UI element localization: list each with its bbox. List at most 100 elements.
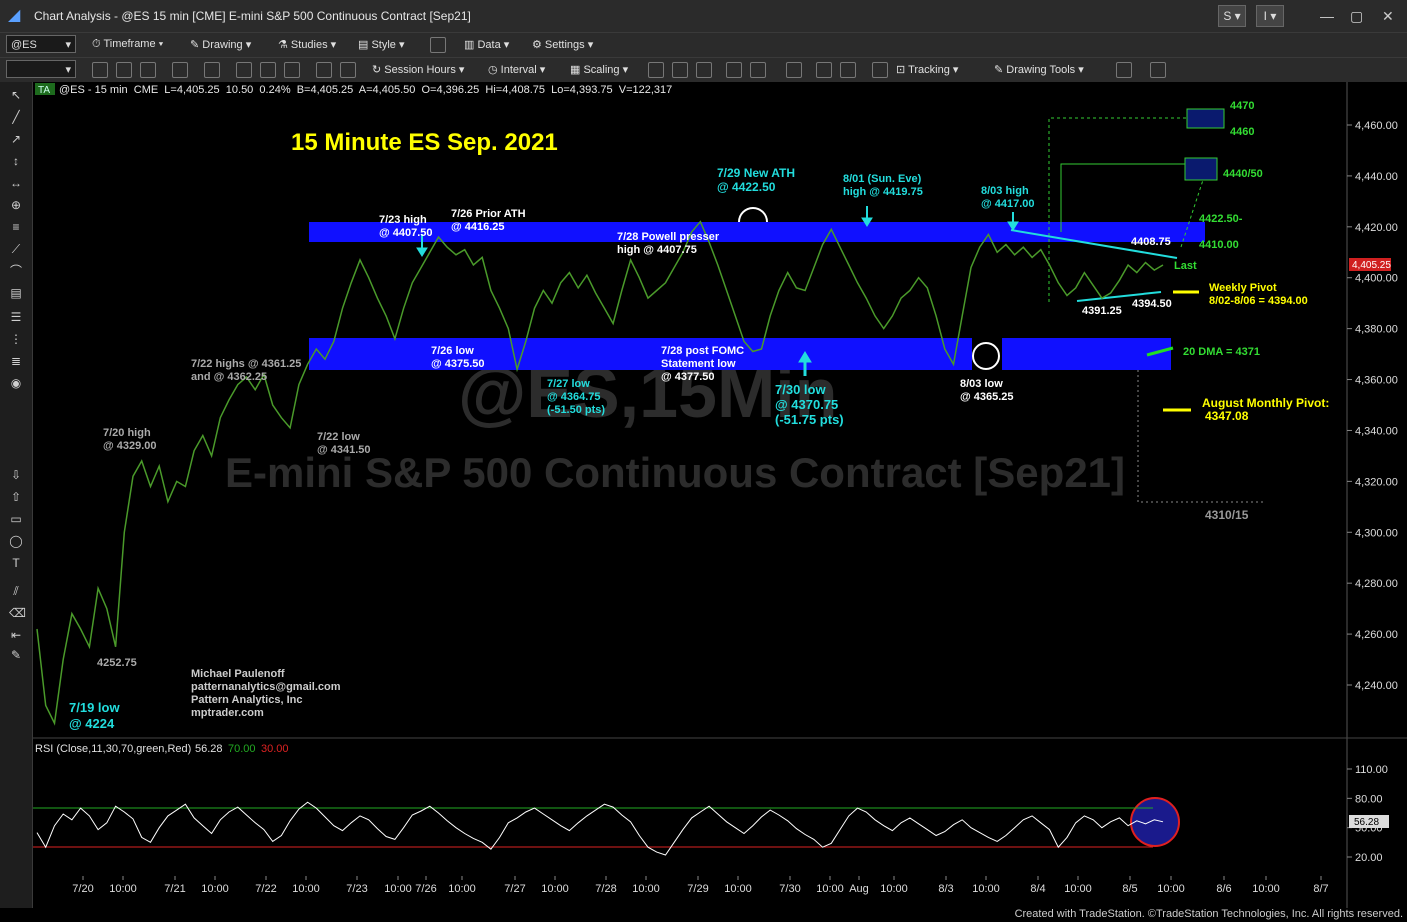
support-band-left xyxy=(309,338,972,370)
scaling-menu[interactable]: ▦ Scaling ▾ xyxy=(570,63,628,76)
target-box-4440-4450 xyxy=(1184,157,1218,181)
volume-icon[interactable] xyxy=(696,62,712,78)
link-icon[interactable] xyxy=(236,62,252,78)
print-icon[interactable] xyxy=(284,62,300,78)
time-tick-label: 7/21 xyxy=(164,883,185,895)
horizontal-line-icon[interactable]: ↔ xyxy=(9,176,23,190)
time-tick-label: 10:00 xyxy=(292,883,320,895)
ann-727-low-value: @ 4364.75 xyxy=(547,391,601,403)
interval-menu[interactable]: ◷ Interval ▾ xyxy=(488,63,545,76)
price-tick-label: 4,420.00 xyxy=(1355,222,1398,234)
i-menu-button[interactable]: I ▾ xyxy=(1256,5,1284,27)
text-icon[interactable]: T xyxy=(9,556,23,570)
ann-720-high-value: @ 4329.00 xyxy=(103,440,157,452)
rectangle-icon[interactable]: ▭ xyxy=(9,512,23,526)
layout-icon[interactable] xyxy=(430,37,446,53)
window-icon[interactable] xyxy=(140,62,156,78)
refresh-icon[interactable] xyxy=(92,62,108,78)
cycle-icon[interactable]: ⋮ xyxy=(9,332,23,346)
ann-723-high-value: @ 4407.50 xyxy=(379,227,433,239)
arrow-down-icon[interactable]: ⇩ xyxy=(9,468,23,482)
target-box-4460-4470 xyxy=(1186,108,1225,129)
line-style-icon[interactable]: ⫽ xyxy=(9,584,23,598)
price-tick-label: 4,460.00 xyxy=(1355,120,1398,132)
eraser-icon[interactable]: ⌫ xyxy=(9,606,26,620)
cloud-icon[interactable] xyxy=(1150,62,1166,78)
price-chart[interactable]: TA @ES - 15 min CME L=4,405.25 10.50 0.2… xyxy=(33,82,1407,908)
eye-icon[interactable]: ◉ xyxy=(9,376,23,390)
ta-badge-text: TA xyxy=(38,85,50,96)
time-tick-label: 8/4 xyxy=(1030,883,1045,895)
time-tick-label: 10:00 xyxy=(724,883,752,895)
data-menu[interactable]: ▥ Data ▾ xyxy=(464,38,509,51)
studies-menu[interactable]: ⚗ Studies ▾ xyxy=(278,38,336,51)
grid-toggle-icon[interactable] xyxy=(872,62,888,78)
ellipse-icon[interactable]: ◯ xyxy=(9,534,23,548)
regression-icon[interactable]: ☰ xyxy=(9,310,23,324)
gann-icon[interactable]: ⌒ xyxy=(9,264,23,278)
arrow-up-icon[interactable]: ⇧ xyxy=(9,490,23,504)
zoom-out-icon[interactable] xyxy=(840,62,856,78)
export-icon[interactable] xyxy=(1116,62,1132,78)
channel-icon[interactable]: ▤ xyxy=(9,286,23,300)
panel-icon[interactable] xyxy=(340,62,356,78)
reload-icon[interactable] xyxy=(116,62,132,78)
time-tick-label: 7/30 xyxy=(779,883,800,895)
timeframe-menu[interactable]: ⏱ Timeframe ▾ xyxy=(92,38,163,51)
rsi-overbought: 70.00 xyxy=(228,743,256,755)
secondary-toolbar: ▾ ↻ Session Hours ▾ ◷ Interval ▾ ▦ Scali… xyxy=(0,57,1407,82)
ann-728-powell-value: high @ 4407.75 xyxy=(617,244,697,256)
tracking-menu[interactable]: ⊡ Tracking ▾ xyxy=(896,63,958,76)
time-tick-label: 10:00 xyxy=(1157,883,1185,895)
window-title: Chart Analysis - @ES 15 min [CME] E-mini… xyxy=(34,9,471,23)
interval-input[interactable]: ▾ xyxy=(6,60,76,78)
ann-726-ath: 7/26 Prior ATH xyxy=(451,208,526,220)
bar-type-icon[interactable] xyxy=(648,62,664,78)
title-bar: ◢ Chart Analysis - @ES 15 min [CME] E-mi… xyxy=(0,0,1407,32)
rsi-highlight-circle xyxy=(1130,797,1180,847)
settings-menu[interactable]: ⚙ Settings ▾ xyxy=(532,38,593,51)
pointer-icon[interactable]: ↖ xyxy=(9,88,23,102)
zoom-out-bars-icon[interactable] xyxy=(726,62,742,78)
price-tick-label: 4,260.00 xyxy=(1355,629,1398,641)
close-icon[interactable]: ✕ xyxy=(1382,8,1394,25)
time-tick-label: 7/29 xyxy=(687,883,708,895)
s-menu-button[interactable]: S ▾ xyxy=(1218,5,1246,27)
session-hours-menu[interactable]: ↻ Session Hours ▾ xyxy=(372,63,464,76)
vertical-line-icon[interactable]: ↕ xyxy=(9,154,23,168)
snap-icon[interactable]: ⇤ xyxy=(9,628,23,642)
time-tick-label: 10:00 xyxy=(109,883,137,895)
zoom-in-icon[interactable] xyxy=(816,62,832,78)
ann-730-low-value: @ 4370.75 xyxy=(775,397,838,412)
author-site: mptrader.com xyxy=(191,707,264,719)
grid-icon[interactable] xyxy=(316,62,332,78)
ray-icon[interactable]: ↗ xyxy=(9,132,23,146)
symbol-input[interactable]: @ES ▾ xyxy=(6,35,76,53)
ann-803-high: 8/03 high xyxy=(981,185,1029,197)
speed-line-icon[interactable]: ⟋ xyxy=(9,242,23,256)
crosshair-icon[interactable]: ⊕ xyxy=(9,198,23,212)
minimize-icon[interactable]: — xyxy=(1320,8,1334,24)
scroll-icon[interactable] xyxy=(786,62,802,78)
ann-729-ath-value: @ 4422.50 xyxy=(717,180,776,194)
drawing-tools-menu[interactable]: ✎ Drawing Tools ▾ xyxy=(994,63,1084,76)
ann-723-high: 7/23 high xyxy=(379,214,427,226)
time-tick-label: 8/5 xyxy=(1122,883,1137,895)
andrews-icon[interactable]: ≣ xyxy=(9,354,23,368)
trendline-icon[interactable]: ╱ xyxy=(9,110,23,124)
ann-719-low: 7/19 low xyxy=(69,700,120,715)
ann-803-low: 8/03 low xyxy=(960,378,1003,390)
save-icon[interactable] xyxy=(260,62,276,78)
rsi-tick-label: 110.00 xyxy=(1355,764,1388,776)
style-menu[interactable]: ▤ Style ▾ xyxy=(358,38,405,51)
zoom-in-bars-icon[interactable] xyxy=(750,62,766,78)
drawing-menu[interactable]: ✎ Drawing ▾ xyxy=(190,38,251,51)
sync-icon[interactable] xyxy=(204,62,220,78)
pencil-icon[interactable]: ✎ xyxy=(9,648,23,662)
maximize-icon[interactable]: ▢ xyxy=(1350,8,1363,25)
chart-icon[interactable] xyxy=(172,62,188,78)
fib-icon[interactable]: ≡ xyxy=(9,220,23,234)
candle-icon[interactable] xyxy=(672,62,688,78)
rsi-title: RSI (Close,11,30,70,green,Red) xyxy=(35,743,191,755)
price-tick-label: 4,400.00 xyxy=(1355,273,1398,285)
